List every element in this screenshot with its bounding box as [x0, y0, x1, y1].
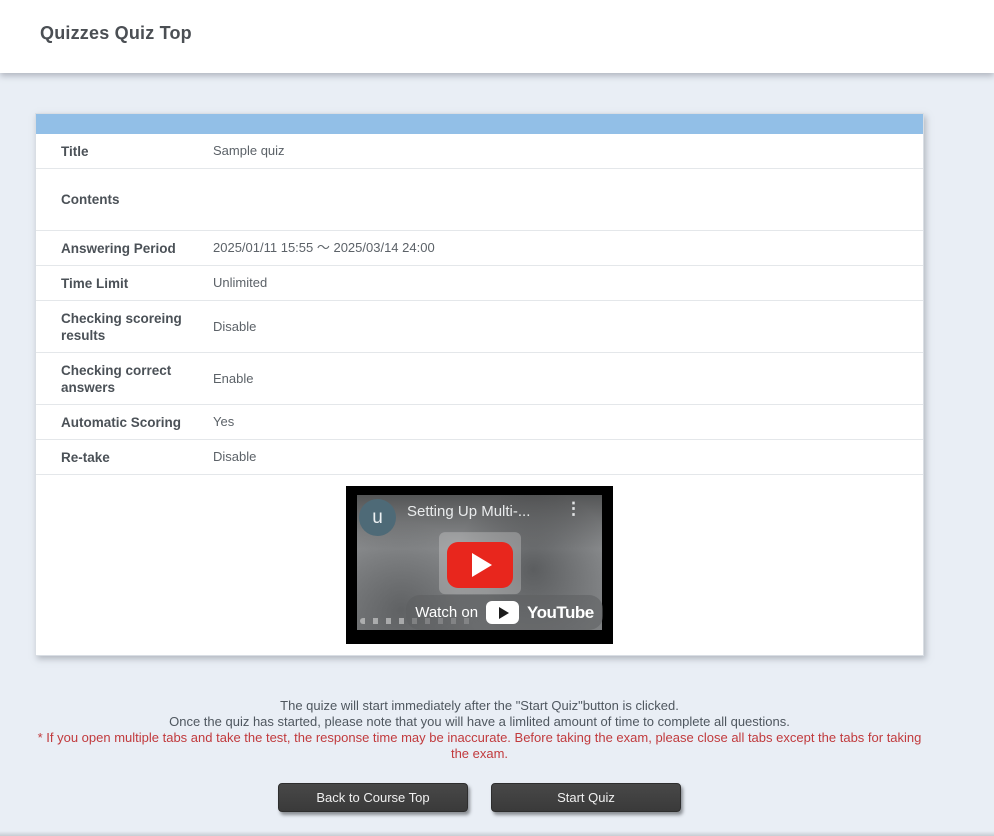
back-to-course-top-button[interactable]: Back to Course Top: [278, 783, 468, 812]
youtube-play-glyph: [499, 607, 509, 619]
row-label: Answering Period: [36, 240, 213, 257]
row-value: Disable: [213, 319, 923, 335]
action-button-row: Back to Course Top Start Quiz: [35, 783, 924, 812]
table-row-retake: Re-take Disable: [36, 440, 923, 475]
row-value: Enable: [213, 371, 923, 387]
page-title: Quizzes Quiz Top: [0, 0, 994, 44]
start-quiz-button[interactable]: Start Quiz: [491, 783, 681, 812]
more-options-icon[interactable]: ⋮: [565, 500, 582, 517]
play-button[interactable]: [447, 542, 513, 588]
table-row-automatic-scoring: Automatic Scoring Yes: [36, 405, 923, 440]
row-label: Checking scoreing results: [36, 310, 213, 344]
multiple-tabs-warning: * If you open multiple tabs and take the…: [35, 730, 924, 762]
row-value: 2025/01/11 15:55 ～ 2025/03/14 24:00: [213, 240, 923, 256]
youtube-wordmark: YouTube: [527, 603, 594, 623]
row-label: Checking correct answers: [36, 362, 213, 396]
play-icon: [472, 553, 492, 577]
row-label: Title: [36, 143, 213, 160]
watch-on-label: Watch on: [415, 604, 478, 621]
row-value: Yes: [213, 414, 923, 430]
table-row-answering-period: Answering Period 2025/01/11 15:55 ～ 2025…: [36, 231, 923, 266]
row-label: Time Limit: [36, 275, 213, 292]
row-value: Sample quiz: [213, 143, 923, 159]
video-title[interactable]: Setting Up Multi-...: [407, 503, 530, 520]
page-bottom-edge: [0, 831, 994, 836]
table-row-checking-scoring: Checking scoreing results Disable: [36, 301, 923, 353]
channel-avatar[interactable]: u: [359, 499, 396, 536]
row-label: Automatic Scoring: [36, 414, 213, 431]
quiz-instructions: The quize will start immediately after t…: [35, 698, 924, 762]
youtube-logo-icon: [486, 601, 519, 624]
table-header-bar: [36, 114, 923, 134]
row-label: Contents: [36, 191, 213, 208]
instruction-line-2: Once the quiz has started, please note t…: [35, 714, 924, 730]
table-row-checking-correct: Checking correct answers Enable: [36, 353, 923, 405]
quiz-info-card: Title Sample quiz Contents Answering Per…: [35, 113, 924, 656]
instruction-line-1: The quize will start immediately after t…: [35, 698, 924, 714]
table-row-video: u Setting Up Multi-... ⋮ Watch on YouTub…: [36, 475, 923, 655]
app-header: Quizzes Quiz Top: [0, 0, 994, 73]
table-row-title: Title Sample quiz: [36, 134, 923, 169]
row-label: Re-take: [36, 449, 213, 466]
table-row-time-limit: Time Limit Unlimited: [36, 266, 923, 301]
table-row-contents: Contents: [36, 169, 923, 231]
row-value: Unlimited: [213, 275, 923, 291]
watch-on-youtube-link[interactable]: Watch on YouTube: [406, 595, 603, 630]
row-value: Disable: [213, 449, 923, 465]
youtube-player[interactable]: u Setting Up Multi-... ⋮ Watch on YouTub…: [346, 486, 613, 644]
